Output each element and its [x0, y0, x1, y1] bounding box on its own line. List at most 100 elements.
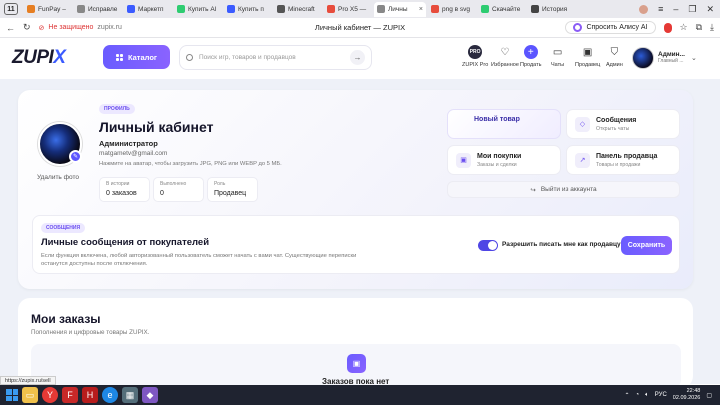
tab-count[interactable]: 11: [4, 3, 18, 15]
tab-label: Скачайте: [492, 5, 521, 13]
file-explorer-icon[interactable]: ▭: [22, 387, 38, 403]
user-role: Главный ...: [658, 58, 684, 64]
system-tray: ⌃ ◔ 🔈︎ РУС 22:48 02.09.2026 ▢: [625, 388, 720, 402]
qa-title: Мои покупки: [477, 152, 522, 160]
nav-sell[interactable]: + Продать: [520, 45, 541, 68]
browser-tab[interactable]: Личны ×: [374, 1, 426, 17]
seller-panel-button[interactable]: ↗ Панель продавца Товары и продажи: [566, 145, 680, 175]
nav-label: Продавец: [575, 62, 601, 68]
chevron-up-icon[interactable]: ⌃: [625, 392, 630, 399]
insecure-label: Не защищено: [48, 24, 94, 31]
arrow-icon: ↗: [575, 152, 590, 168]
browser-tab[interactable]: Скачайте: [478, 2, 526, 17]
profile-chip: ПРОФИЛЬ: [99, 104, 135, 114]
browser-tab[interactable]: Pro X5 —: [324, 2, 372, 17]
download-icon[interactable]: ⤓: [710, 22, 714, 33]
logout-label: Выйти из аккаунта: [540, 186, 597, 193]
alice-button[interactable]: Спросить Алису AI: [565, 21, 656, 34]
tab-label: Исправле: [88, 5, 118, 13]
nav-favorites[interactable]: ♡ Избранное: [491, 45, 519, 69]
toolbar-icons: ☆ ⧉ ⤓: [663, 22, 714, 33]
allow-messages-label: Разрешить писать мне как продавцу: [502, 241, 621, 248]
search-placeholder: Поиск игр, товаров и продавцов: [199, 54, 296, 61]
network-icon[interactable]: ◔: [636, 392, 640, 398]
role-name: Администратор: [99, 139, 158, 148]
browser-tab[interactable]: FunPay –: [24, 2, 72, 17]
search-submit-icon[interactable]: →: [350, 50, 365, 65]
orders-title: Мои заказы: [31, 312, 101, 326]
plus-icon: +: [523, 45, 538, 59]
edge-icon[interactable]: e: [102, 387, 118, 403]
yandex-browser-icon[interactable]: Y: [42, 387, 58, 403]
nav-seller[interactable]: ▣ Продавец: [575, 45, 601, 69]
back-icon[interactable]: ←: [6, 23, 15, 33]
browser-tab[interactable]: История: [528, 2, 576, 17]
user-name: Админ...: [658, 51, 685, 58]
url-field[interactable]: ⊘ Не защищено zupix.ru: [39, 24, 122, 32]
avatar: [632, 46, 654, 69]
messages-chip: СООБЩЕНИЯ: [41, 223, 86, 233]
tab-label: FunPay –: [38, 5, 66, 13]
nav-zupix-pro[interactable]: PRO ZUPIX Pro: [462, 45, 488, 68]
browser-tab[interactable]: Исправле: [74, 2, 122, 17]
tab-label: История: [542, 5, 568, 13]
allow-messages-toggle[interactable]: [478, 240, 498, 251]
app-h-icon[interactable]: H: [82, 387, 98, 403]
user-menu[interactable]: Админ... Главный ... ⌄: [632, 45, 702, 70]
edit-avatar-icon[interactable]: ✎: [69, 150, 82, 163]
delete-photo-link[interactable]: Удалить фото: [37, 174, 79, 181]
maximize-icon[interactable]: ❐: [688, 4, 696, 15]
menu-icon[interactable]: ≡: [658, 4, 663, 14]
browser-tab[interactable]: Купить Al: [174, 2, 222, 17]
search-input[interactable]: Поиск игр, товаров и продавцов →: [179, 45, 372, 70]
clock[interactable]: 22:48 02.09.2026: [673, 388, 701, 402]
catalog-button[interactable]: Каталог: [103, 45, 170, 69]
close-tab-icon[interactable]: ×: [419, 6, 423, 13]
stat-completed: Выполнено 0: [153, 177, 204, 202]
messages-button[interactable]: ◇ Сообщения Открыть чаты: [566, 109, 680, 139]
nav-chats[interactable]: ▭ Чаты: [551, 45, 564, 69]
browser-tab[interactable]: Маркетп: [124, 2, 172, 17]
heart-icon: ♡: [500, 46, 510, 58]
extensions-icon[interactable]: ⧉: [696, 22, 702, 33]
windows-start-icon[interactable]: [6, 389, 18, 401]
tab-label: png в svg: [442, 5, 471, 13]
app-icon[interactable]: ▦: [122, 387, 138, 403]
address-bar: ← ↻ ⊘ Не защищено zupix.ru Личный кабине…: [0, 18, 720, 38]
browser-tab[interactable]: png в svg: [428, 2, 476, 17]
taskbar: ▭ Y F H e ▦ ◆ ⌃ ◔ 🔈︎ РУС 22:48 02.09.202…: [0, 385, 720, 405]
browser-tab[interactable]: Minecraft: [274, 2, 322, 17]
alice-label: Спросить Алису AI: [586, 24, 648, 31]
filezilla-icon[interactable]: F: [62, 387, 78, 403]
profile-icon[interactable]: [639, 4, 649, 14]
save-button[interactable]: Сохранить: [621, 236, 672, 255]
insecure-warning-icon: ⊘: [38, 24, 45, 32]
stat-value: 0 заказов: [106, 190, 137, 197]
notification-icon[interactable]: ▢: [706, 392, 712, 399]
tab-favicon-icon: [227, 5, 235, 13]
browser-tab[interactable]: Купить п: [224, 2, 272, 17]
nav-label: ZUPIX Pro: [462, 62, 489, 68]
tab-label: Маркетп: [138, 5, 164, 13]
close-window-icon[interactable]: ✕: [706, 4, 714, 15]
yandex-icon[interactable]: [663, 22, 672, 33]
messages-title: Личные сообщения от покупателей: [41, 237, 210, 248]
new-item-button[interactable]: Новый товар: [447, 109, 561, 139]
stat-value: Продавец: [214, 190, 247, 197]
reload-icon[interactable]: ↻: [23, 22, 31, 33]
clock-date: 02.09.2026: [672, 395, 701, 401]
nav-admin[interactable]: ⛉ Админ: [606, 45, 623, 69]
status-url: https://zupix.ru/sell: [0, 376, 56, 385]
search-icon: [186, 54, 193, 61]
volume-icon[interactable]: 🔈︎: [645, 392, 649, 399]
stat-label: Роль: [214, 181, 226, 187]
bookmark-icon[interactable]: ☆: [680, 22, 688, 33]
language-indicator[interactable]: РУС: [655, 392, 667, 398]
app-icon[interactable]: ◆: [142, 387, 158, 403]
my-purchases-button[interactable]: ▣ Мои покупки Заказы и сделки: [447, 145, 561, 175]
logout-button[interactable]: ↪ Выйти из аккаунта: [447, 181, 680, 198]
minimize-icon[interactable]: –: [673, 4, 678, 14]
empty-orders-icon: ▣: [347, 354, 366, 373]
site-logo[interactable]: ZUPIX: [12, 47, 66, 69]
page-title: Личный кабинет — ZUPIX: [314, 23, 406, 32]
